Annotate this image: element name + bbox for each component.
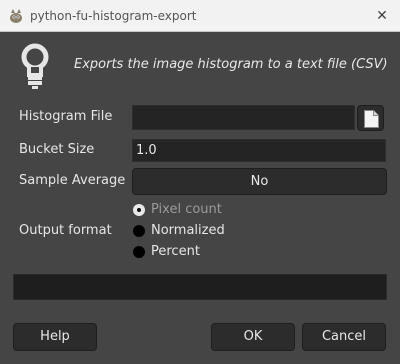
close-button[interactable]: ✕ — [370, 4, 394, 28]
radio-unselected-icon — [133, 225, 145, 237]
gimp-app-icon — [10, 9, 22, 23]
cancel-button[interactable]: Cancel — [302, 323, 386, 351]
radio-selected-icon — [133, 204, 145, 216]
radio-label-normalized: Normalized — [151, 223, 225, 238]
lightbulb-icon — [21, 43, 49, 89]
radio-unselected-icon — [133, 246, 145, 258]
bucket-size-label: Bucket Size — [19, 142, 95, 157]
close-icon: ✕ — [376, 8, 388, 24]
sample-average-label: Sample Average — [19, 173, 126, 188]
ok-button[interactable]: OK — [211, 323, 295, 351]
help-button[interactable]: Help — [13, 323, 97, 351]
browse-file-button[interactable] — [357, 105, 384, 131]
plugin-description: Exports the image histogram to a text fi… — [74, 57, 388, 72]
title-bar: python-fu-histogram-export ✕ — [0, 0, 400, 32]
histogram-file-input[interactable] — [132, 105, 355, 130]
document-icon — [364, 110, 379, 128]
window-title: python-fu-histogram-export — [30, 9, 197, 23]
sample-average-toggle[interactable]: No — [132, 168, 387, 195]
progress-bar — [13, 274, 387, 300]
histogram-file-label: Histogram File — [19, 109, 113, 124]
bucket-size-input[interactable]: 1.0 — [132, 139, 386, 162]
radio-label-percent: Percent — [151, 244, 200, 259]
output-format-label: Output format — [19, 223, 112, 238]
radio-label-pixel-count: Pixel count — [151, 202, 222, 217]
